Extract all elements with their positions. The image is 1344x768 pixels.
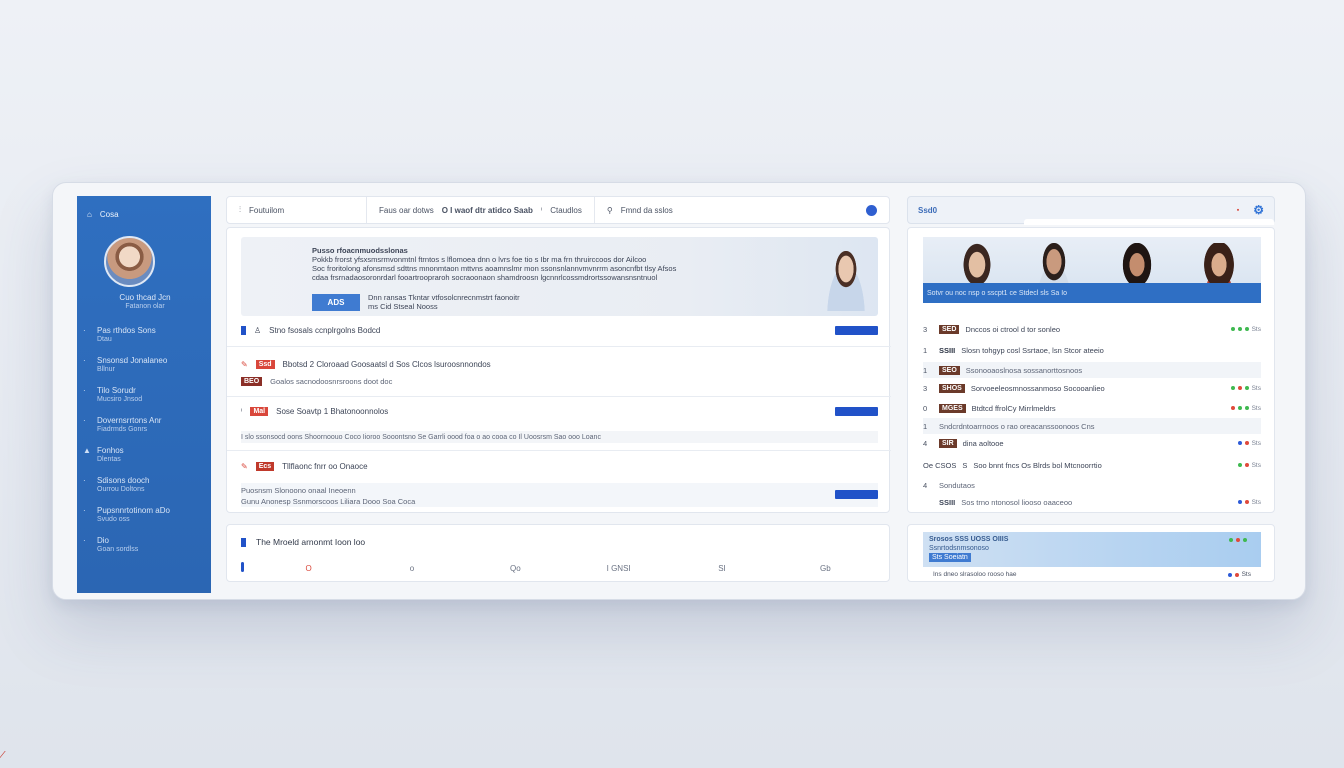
chart-icon: ⫶ (239, 205, 241, 214)
sidebar-item-8[interactable]: · Dio Goan sordlss (83, 536, 207, 554)
user-subtitle: Fatanon olar (125, 303, 165, 310)
bottom-card: The Mroeld arnonmt Ioon loo O o Qo I GNS… (226, 524, 890, 582)
link-icon: ⚲ (606, 205, 613, 215)
pin-icon: ✎ (241, 462, 248, 471)
sidebar-title: Cosa (99, 210, 119, 219)
divider (227, 450, 891, 451)
info-banner[interactable]: Srosos SSS UOSS OIIIS Ssnrtodsnmsonoso S… (923, 532, 1261, 567)
list-item[interactable]: 4 Sondutaos (923, 477, 1261, 493)
section-1-button[interactable] (835, 326, 878, 335)
section-4-button[interactable] (835, 490, 878, 499)
sidebar-header: ⌂ Cosa (87, 210, 119, 219)
right-panel-header: Ssd0 ▪ ⚙ (907, 196, 1275, 225)
team-photo: Sotvr ou noc nsp o sscpt1 ce Stdecl sls … (923, 237, 1261, 303)
blue-marker-icon (241, 562, 257, 574)
hero-cta[interactable]: ADS Dnn ransas Tkntar vtfosolcnrecnmstrt… (312, 293, 520, 311)
sidebar-item-2[interactable]: · Snsonsd Jonalaneo Bllnur (83, 356, 207, 374)
dot-icon: · (83, 386, 86, 395)
list-item[interactable]: ✎ Ssd Bbotsd 2 Cloroaad Goosaatsl d Sos … (241, 360, 878, 369)
tab-secondary[interactable]: Faus oar dotws O I waof dtr atidco Saab … (367, 197, 595, 223)
bottom-toolbar-item-6[interactable]: Gb (774, 564, 877, 573)
tab-settings[interactable]: ⚲ Fmnd da sslos (595, 197, 685, 223)
list-item[interactable]: SSIII Sos trno ntonosol liooso oaaceoo S… (923, 494, 1261, 510)
right-bottom-footer: Ins dneo slrasoloo rooso hae Sts (933, 571, 1251, 578)
main-card: Pusso rfoacnmuodsslonas Pokkb frorst yfs… (226, 227, 891, 513)
dot-icon: · (83, 356, 86, 365)
hero-text: Pusso rfoacnmuodsslonas Pokkb frorst yfs… (312, 246, 677, 282)
list-item[interactable]: 3 SHOS Sorvoeeleosmnossanmoso Socooanlie… (923, 380, 1261, 396)
bottom-toolbar-item-1[interactable]: O (257, 564, 360, 573)
list-item[interactable]: 1 SSIII Slosn tohgyp cosl Ssrtaoe, lsn S… (923, 342, 1261, 358)
status-indicator: Sts (1230, 385, 1261, 392)
list-item[interactable]: 1 Sndcrdntoarrnoos o rao oreacanssoonoos… (923, 418, 1261, 434)
dot-icon: · (83, 506, 86, 515)
info-icon: ⁱ (241, 407, 243, 416)
list-item-sub: BEO Goalos sacnodoosnrsroons doot doc (241, 377, 878, 386)
notification-icon[interactable] (866, 204, 877, 216)
hero-banner: Pusso rfoacnmuodsslonas Pokkb frorst yfs… (241, 237, 878, 316)
hero-person-image (822, 251, 870, 311)
info-icon: ⁱ (540, 205, 543, 215)
divider (227, 346, 891, 347)
flag-icon (241, 537, 246, 547)
list-item[interactable]: ⁱ Mal Sose Soavtp 1 Bhatonoonnolos (241, 407, 878, 416)
list-item[interactable]: 3 SED Dnccos oi ctrool d tor sonleo Sts (923, 321, 1261, 337)
warning-icon: ▲ (83, 446, 91, 455)
dot-icon: · (83, 476, 86, 485)
bottom-card-title: The Mroeld arnonmt Ioon loo (241, 537, 365, 547)
sidebar-item-6[interactable]: · Sdisons dooch Ourrou Doltons (83, 476, 207, 494)
status-indicator (1229, 538, 1247, 542)
home-icon[interactable]: ⌂ (87, 210, 92, 219)
hero-badge[interactable]: ADS (312, 293, 360, 311)
bottom-toolbar-item-2[interactable]: o (360, 564, 463, 573)
team-photo-caption: Sotvr ou noc nsp o sscpt1 ce Stdecl sls … (923, 283, 1261, 303)
dot-icon: · (83, 416, 86, 425)
sidebar-item-3[interactable]: · Tilo Sorudr Mucsiro Jnsod (83, 386, 207, 404)
right-panel-tab[interactable] (1024, 219, 1274, 225)
avatar[interactable] (104, 236, 155, 287)
dot-icon: · (83, 536, 86, 545)
bottom-toolbar-item-3[interactable]: Qo (464, 564, 567, 573)
list-item[interactable]: ✎ Ecs Tllflaonc fnrr oo Onaoce (241, 462, 878, 471)
status-indicator: Sts (1237, 462, 1261, 469)
sidebar: ⌂ Cosa Cuo thcad Jcn Fatanon olar · Pas r… (77, 196, 211, 593)
section-3-button[interactable] (835, 407, 878, 416)
dot-icon: · (83, 326, 86, 335)
sidebar-item-7[interactable]: · Pupsnnrtotinom aDo Svudo oss (83, 506, 207, 524)
right-panel-card: Sotvr ou noc nsp o sscpt1 ce Stdecl sls … (907, 227, 1275, 513)
tab-dashboard[interactable]: ⫶ Foutuilom (227, 197, 367, 223)
bottom-card-toolbar: O o Qo I GNSI SI Gb (241, 562, 877, 574)
list-item[interactable]: 0 MGES Btdtcd ffrolCy Mirrlmeldrs Sts (923, 400, 1261, 416)
list-item[interactable]: 4 SIR dina aoltooe Sts (923, 435, 1261, 451)
list-item-detail: I slo ssonsocd oons Shoornoouo Coco Iior… (241, 431, 878, 443)
top-bar: ⫶ Foutuilom Faus oar dotws O I waof dtr … (226, 196, 890, 224)
signature-mark: ⁄ (2, 750, 4, 761)
status-indicator: Sts (1230, 405, 1261, 412)
status-indicator: Sts (1237, 440, 1261, 447)
flag-icon (241, 326, 246, 335)
status-indicator: Sts (1230, 326, 1261, 333)
sidebar-item-5[interactable]: ▲ Fonhos Dlentas (83, 446, 207, 464)
notification-area[interactable] (854, 197, 889, 223)
user-info: Cuo thcad Jcn Fatanon olar (85, 293, 205, 311)
sidebar-item-1[interactable]: · Pas rthdos Sons Dtau (83, 326, 207, 344)
user-icon: ♙ (254, 326, 262, 335)
section-header-1: ♙ Stno fsosals ccnplrgolns Bodcd (241, 326, 878, 335)
divider (227, 396, 891, 397)
pin-icon: ✎ (241, 360, 248, 369)
bottom-toolbar-item-4[interactable]: I GNSI (567, 564, 670, 573)
status-indicator: Sts (1237, 499, 1261, 506)
bottom-toolbar-item-5[interactable]: SI (670, 564, 773, 573)
status-indicator: Sts (1227, 571, 1251, 578)
right-bottom-card: Srosos SSS UOSS OIIIS Ssnrtodsnmsonoso S… (907, 524, 1275, 582)
sidebar-menu: · Pas rthdos Sons Dtau · Snsonsd Jonalaneo B… (83, 326, 207, 566)
sidebar-item-4[interactable]: · Dovernsrrtons Anr Fiadrmds Gonrs (83, 416, 207, 434)
user-name: Cuo thcad Jcn (119, 293, 171, 302)
list-item[interactable]: Oe CSOS S Soo bnnt fncs Os Blrds bol Mtc… (923, 457, 1261, 473)
flag-small-icon: ▪ (1236, 206, 1240, 214)
list-item-sub: Puosnsm Slonoono onaal Ineoenn Gunu Anon… (241, 483, 878, 507)
list-item[interactable]: 1 SEO Ssonooaoslnosa sossanorttosnoos (923, 362, 1261, 378)
settings-icon[interactable]: ⚙ (1253, 203, 1264, 217)
